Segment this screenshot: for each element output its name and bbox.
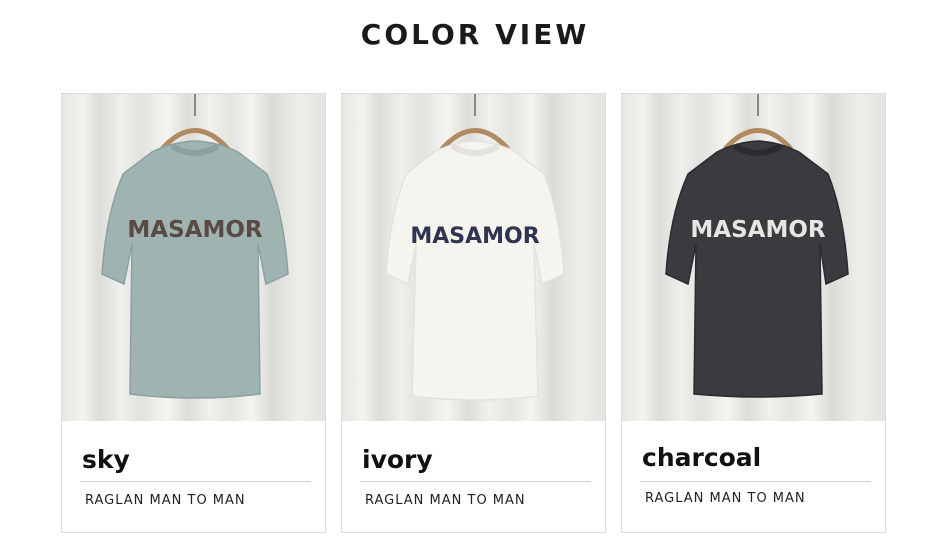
shirt-print-text: MASAMOR — [690, 217, 825, 243]
shirt-print-text: MASAMOR — [127, 217, 262, 243]
divider — [360, 481, 591, 482]
product-photo[interactable]: MASAMOR — [62, 94, 325, 421]
shirt-image: MASAMOR — [385, 94, 565, 401]
product-name[interactable]: RAGLAN MAN TO MAN — [645, 491, 806, 506]
shirt-print-text: MASAMOR — [410, 224, 539, 249]
product-card-ivory[interactable]: MASAMOR ivory RAGLAN MAN TO MAN — [341, 93, 606, 533]
product-photo[interactable]: MASAMOR — [622, 94, 885, 421]
product-photo[interactable]: MASAMOR — [342, 94, 605, 421]
color-name[interactable]: ivory — [362, 445, 433, 474]
color-name[interactable]: sky — [82, 445, 130, 474]
product-info: charcoal RAGLAN MAN TO MAN — [622, 421, 885, 532]
product-info: ivory RAGLAN MAN TO MAN — [342, 421, 605, 532]
product-card-charcoal[interactable]: MASAMOR charcoal RAGLAN MAN TO MAN — [621, 93, 886, 533]
product-name[interactable]: RAGLAN MAN TO MAN — [85, 493, 246, 508]
divider — [80, 481, 311, 482]
shirt-image: MASAMOR — [665, 94, 849, 398]
divider — [640, 481, 871, 482]
product-info: sky RAGLAN MAN TO MAN — [62, 421, 325, 532]
product-card-sky[interactable]: MASAMOR sky RAGLAN MAN TO MAN — [61, 93, 326, 533]
product-name[interactable]: RAGLAN MAN TO MAN — [365, 493, 526, 508]
shirt-image: MASAMOR — [101, 94, 289, 399]
color-name[interactable]: charcoal — [642, 443, 761, 472]
page-title: COLOR VIEW — [360, 18, 590, 51]
